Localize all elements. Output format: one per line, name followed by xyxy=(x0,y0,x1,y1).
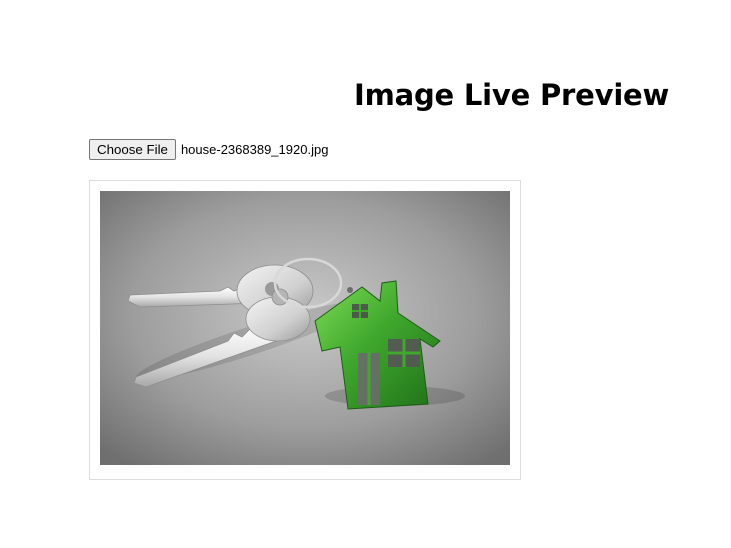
selected-file-name: house-2368389_1920.jpg xyxy=(180,142,329,157)
page-title: Image Live Preview xyxy=(354,78,670,112)
choose-file-button[interactable]: Choose File xyxy=(89,139,176,160)
page: Image Live Preview Choose File house-236… xyxy=(0,0,731,548)
image-preview-frame xyxy=(89,180,521,480)
file-input[interactable]: Choose File house-2368389_1920.jpg xyxy=(89,139,328,160)
image-preview xyxy=(100,191,510,465)
